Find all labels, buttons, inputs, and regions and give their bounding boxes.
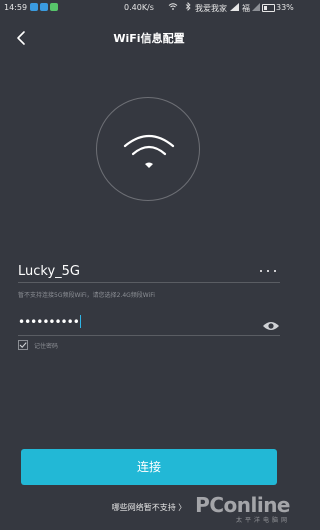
network-speed: 0.40K/s [124,3,154,12]
eye-icon [263,322,279,330]
more-networks-button[interactable] [256,262,280,280]
status-time: 14:59 [4,3,28,12]
battery-percent: 33% [276,3,294,12]
status-bar: 14:59 0.40K/s 我爱我家 福 33% [0,0,298,16]
notification-app-icon [30,3,38,11]
battery-icon [262,4,275,12]
remember-password-label: 记住密码 [34,343,59,350]
remember-password-checkbox[interactable] [18,340,28,350]
watermark-brand: PConline [195,493,290,517]
carrier-name-2: 福 [242,4,250,13]
notification-app-icon [40,3,48,11]
watermark: PConline 太平洋电脑网 [195,493,290,524]
page-title: WiFi信息配置 [113,32,185,45]
signal-icon-2 [252,3,260,13]
connect-button[interactable]: 连接 [21,449,277,485]
password-value: •••••••••• [18,315,82,329]
checkmark-icon [19,342,27,349]
ssid-value: Lucky_5G [18,264,81,279]
wifi-status-icon [168,2,178,13]
text-caret [79,315,82,328]
signal-icon [230,3,239,13]
password-masked: •••••••••• [18,315,80,329]
carrier-name: 我爱我家 [195,4,227,13]
more-dots-icon [274,270,276,272]
bluetooth-icon [185,2,191,13]
more-dots-icon [267,270,269,272]
ssid-field[interactable]: Lucky_5G [18,262,280,283]
wifi-illustration [96,97,200,201]
wifi-icon [123,134,175,168]
password-field[interactable]: •••••••••• [18,315,280,336]
frequency-hint: 暂不支持连接5G频段WiFi，请您选择2.4G频段WiFi [18,292,155,299]
show-password-button[interactable] [262,317,280,330]
more-dots-icon [260,270,262,272]
notification-icons [30,3,58,11]
notification-app-icon [50,3,58,11]
